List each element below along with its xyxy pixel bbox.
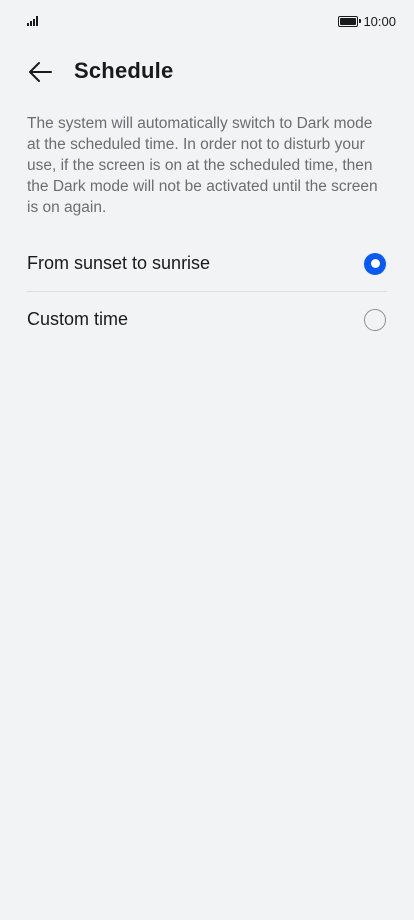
signal-icon [27,16,41,26]
back-arrow-icon [29,62,52,82]
option-label: From sunset to sunrise [27,253,211,273]
option-label: Custom time [27,309,129,329]
page-title: Schedule [74,58,174,83]
schedule-description: The system will automatically switch to … [27,115,378,216]
option-custom-time[interactable]: Custom time [27,292,387,347]
option-sunset-to-sunrise[interactable]: From sunset to sunrise [27,236,387,291]
battery-icon [338,16,362,27]
back-button[interactable] [24,56,56,88]
status-time: 10:00 [363,14,396,29]
radio-unselected-icon[interactable] [364,308,386,331]
app-bar: Schedule [0,52,414,92]
radio-selected-icon[interactable] [364,252,386,275]
status-bar: 10:00 [0,0,414,44]
schedule-options: From sunset to sunrise Custom time [27,236,387,347]
status-right: 10:00 [338,14,396,29]
